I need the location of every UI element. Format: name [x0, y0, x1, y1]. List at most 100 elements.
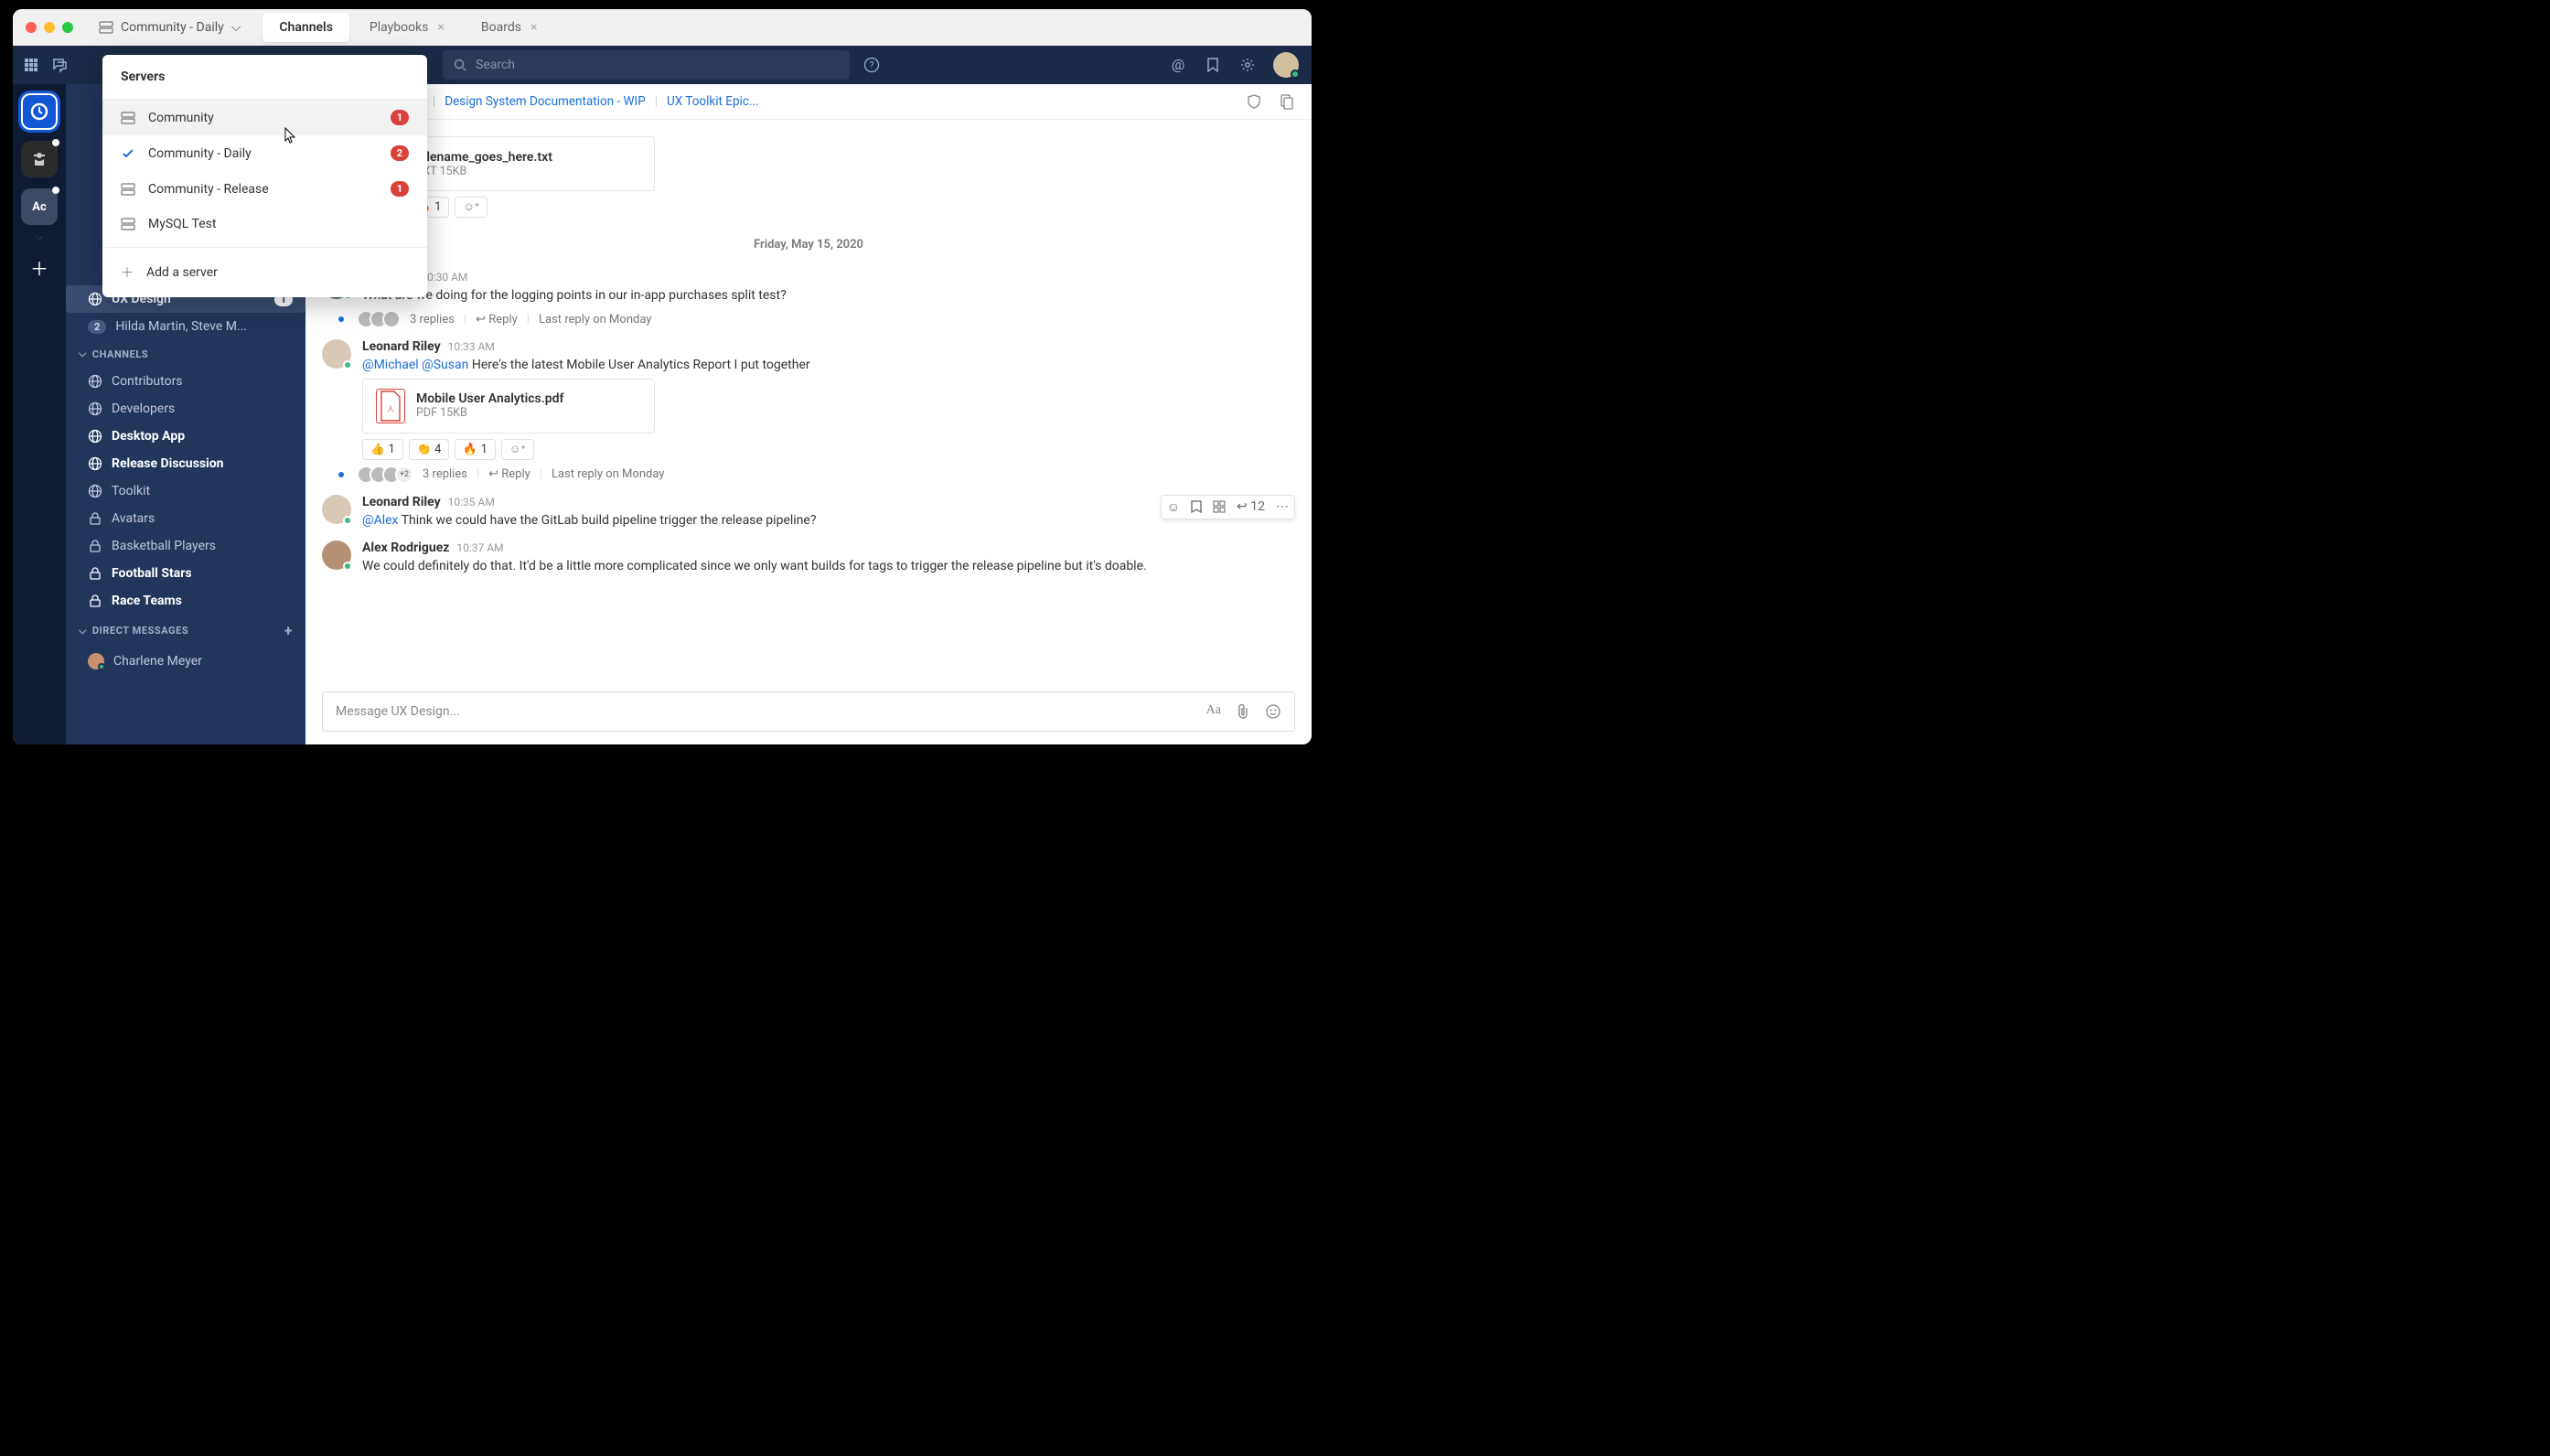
reactions: 👍1 👏4 🔥1 ☺⁺ [362, 439, 1295, 460]
header-link[interactable]: Design System Documentation - WIP [445, 94, 646, 109]
server-item-1[interactable] [21, 93, 58, 130]
file-meta: TXT 15KB [416, 165, 552, 178]
add-dm-button[interactable]: + [284, 622, 293, 639]
sidebar-channel-item[interactable]: Race Teams [66, 587, 305, 615]
apps-icon[interactable] [1213, 500, 1226, 513]
message-hover-actions: ☺ ↩ 12 ⋯ [1161, 495, 1295, 519]
channel-label: Hilda Martin, Steve M... [115, 319, 247, 334]
bookmark-icon[interactable] [1191, 500, 1202, 513]
saved-icon[interactable] [1204, 56, 1222, 74]
help-icon[interactable]: ? [862, 56, 881, 74]
sidebar-dm-item[interactable]: Charlene Meyer [66, 647, 305, 676]
channel-label: Contributors [112, 374, 183, 389]
add-reaction[interactable]: ☺⁺ [501, 439, 534, 460]
maximize-window[interactable] [62, 22, 73, 33]
channel-label: Avatars [112, 511, 155, 526]
author-name[interactable]: Alex Rodriguez [362, 541, 449, 555]
author-name[interactable]: Leonard Riley [362, 339, 441, 354]
check-icon [121, 146, 135, 161]
globe-icon [88, 292, 102, 306]
server-label: Community - Daily [148, 146, 252, 161]
chevron-down-icon: ⌵ [79, 625, 87, 637]
presence-online [343, 516, 352, 525]
header-link[interactable]: UX Toolkit Epic... [667, 94, 759, 109]
close-window[interactable] [26, 22, 37, 33]
sidebar-item-group-dm[interactable]: 2 Hilda Martin, Steve M... [66, 313, 305, 340]
formatting-button[interactable]: Aa [1206, 703, 1221, 720]
emoji-icon[interactable] [1265, 703, 1281, 720]
server-menu-item[interactable]: MySQL Test [102, 207, 427, 241]
file-attachment[interactable]: 人 Mobile User Analytics.pdf PDF 15KB [362, 379, 655, 434]
attach-icon[interactable] [1236, 703, 1250, 720]
thread-footer[interactable]: +2 3 replies |↩ Reply |Last reply on Mon… [362, 466, 1295, 484]
close-icon[interactable]: × [437, 20, 444, 35]
search-input[interactable]: Search [443, 50, 850, 80]
sidebar-channel-item[interactable]: Toolkit [66, 477, 305, 505]
svg-text:人: 人 [387, 405, 394, 413]
sidebar-channel-item[interactable]: Desktop App [66, 423, 305, 450]
search-placeholder: Search [476, 58, 515, 72]
minimize-window[interactable] [44, 22, 55, 33]
chevron-down-icon: ⌵ [79, 348, 87, 360]
tab-boards[interactable]: Boards× [465, 13, 554, 42]
sidebar-channel-item[interactable]: Basketball Players [66, 532, 305, 560]
channels-header[interactable]: ⌵CHANNELS [66, 340, 305, 368]
pdf-icon: 人 [376, 389, 405, 423]
replies-count: 3 replies [423, 467, 467, 481]
add-server-button[interactable]: ＋ [30, 254, 48, 281]
files-icon[interactable] [1279, 93, 1295, 110]
channel-label: Race Teams [112, 594, 182, 608]
threads-icon[interactable] [51, 56, 68, 74]
svg-text:?: ? [870, 61, 874, 71]
settings-icon[interactable] [1238, 56, 1257, 74]
shield-icon[interactable] [1246, 93, 1262, 110]
close-icon[interactable]: × [530, 20, 537, 35]
last-reply: Last reply on Monday [539, 313, 652, 327]
avatar[interactable] [322, 541, 351, 570]
server-menu-item[interactable]: Community - Daily2 [102, 135, 427, 171]
workspace-selector[interactable]: Community - Daily ⌵ [86, 20, 253, 35]
server-label: MySQL Test [148, 217, 216, 231]
add-reaction[interactable]: ☺⁺ [455, 197, 488, 218]
server-item-3[interactable]: Ac [21, 188, 58, 225]
mention[interactable]: @Susan [422, 358, 468, 372]
avatar[interactable] [322, 339, 351, 369]
sidebar-channel-item[interactable]: Release Discussion [66, 450, 305, 477]
more-icon[interactable]: ⋯ [1276, 499, 1289, 514]
mention[interactable]: @Michael [362, 358, 419, 372]
mention[interactable]: @Alex [362, 513, 398, 528]
tab-channels[interactable]: Channels [262, 13, 349, 42]
dm-header[interactable]: ⌵DIRECT MESSAGES+ [66, 615, 305, 647]
svg-text:@: @ [1172, 57, 1184, 73]
timestamp: 10:30 AM [421, 271, 467, 284]
server-icon [121, 217, 135, 231]
mentions-icon[interactable]: @ [1169, 56, 1187, 74]
message: Alex Rodriguez10:37 AM We could definite… [305, 535, 1312, 581]
emoji-icon[interactable]: ☺ [1167, 499, 1180, 515]
message-text: What are we doing for the logging points… [362, 286, 1295, 305]
message-composer[interactable]: Message UX Design... Aa [322, 691, 1295, 732]
user-avatar[interactable] [1273, 52, 1299, 78]
thread-footer[interactable]: 3 replies |↩ Reply |Last reply on Monday [362, 310, 1295, 328]
server-menu-item[interactable]: Community - Release1 [102, 171, 427, 207]
reaction[interactable]: 👏4 [409, 439, 450, 460]
server-rail: Ac ⌵ ＋ [13, 84, 66, 744]
sidebar-channel-item[interactable]: Developers [66, 395, 305, 423]
server-menu-item[interactable]: Community1 [102, 100, 427, 135]
sidebar-channel-item[interactable]: Avatars [66, 505, 305, 532]
reaction[interactable]: 👍1 [362, 439, 403, 460]
product-switcher-icon[interactable] [24, 56, 38, 74]
server-item-2[interactable] [21, 141, 58, 177]
reply-icon[interactable]: ↩ 12 [1237, 499, 1265, 514]
tab-playbooks[interactable]: Playbooks × [353, 13, 461, 42]
reaction[interactable]: 🔥1 [455, 439, 496, 460]
channel-label: Football Stars [112, 566, 192, 581]
add-server-label: Add a server [146, 265, 218, 280]
avatar[interactable] [322, 495, 351, 524]
sidebar-channel-item[interactable]: Football Stars [66, 560, 305, 587]
author-name[interactable]: Leonard Riley [362, 495, 441, 509]
add-server-item[interactable]: ＋ Add a server [102, 253, 427, 292]
tab-label: Playbooks [370, 20, 429, 35]
message: Leonard Riley10:35 AM @Alex Think we cou… [305, 489, 1312, 535]
sidebar-channel-item[interactable]: Contributors [66, 368, 305, 395]
